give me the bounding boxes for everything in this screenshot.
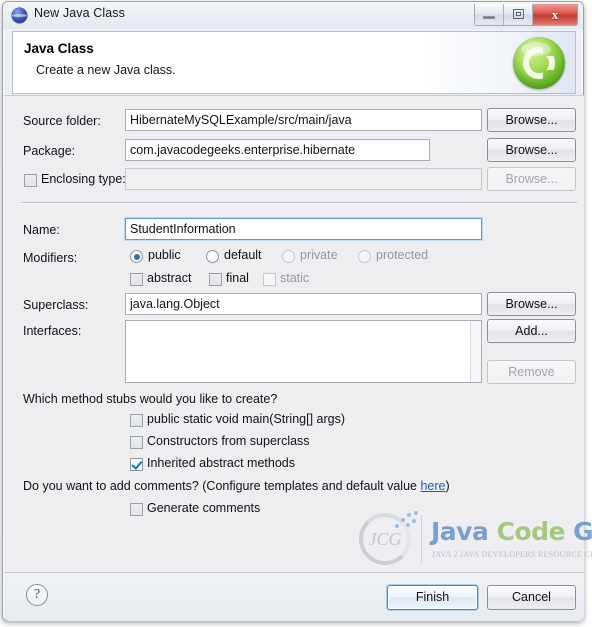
minimize-icon: [483, 16, 495, 19]
modifier-checkbox-final[interactable]: [209, 273, 222, 286]
watermark-title: Java Code Geeks: [431, 517, 592, 546]
enclosing-type-input: [125, 168, 482, 190]
dialog-footer: ? Finish Cancel: [4, 572, 584, 621]
close-icon: x: [551, 7, 559, 22]
stub-label-main-method: public static void main(String[] args): [147, 412, 345, 426]
page-subtitle: Create a new Java class.: [36, 63, 176, 77]
source-folder-label: Source folder:: [23, 114, 101, 128]
modifier-label-abstract: abstract: [147, 271, 192, 285]
stub-label-inherited-abstract: Inherited abstract methods: [147, 456, 295, 470]
window-title: New Java Class: [34, 6, 126, 20]
name-label: Name:: [23, 223, 60, 237]
cancel-button[interactable]: Cancel: [487, 585, 576, 610]
maximize-button[interactable]: [504, 4, 533, 25]
enclosing-type-label: Enclosing type:: [41, 172, 126, 186]
eclipse-sphere-icon: [12, 8, 27, 23]
package-label: Package:: [23, 144, 76, 158]
watermark-title-geeks: Geeks: [573, 517, 592, 546]
configure-templates-link[interactable]: here: [420, 479, 445, 493]
modifier-checkbox-static: [263, 273, 276, 286]
interfaces-scrollbar[interactable]: [470, 321, 481, 382]
watermark-title-java: Java: [431, 517, 489, 546]
form-area: Source folder: HibernateMySQLExample/src…: [4, 95, 584, 572]
help-icon[interactable]: ?: [26, 584, 48, 606]
watermark-tagline: JAVA 2 JAVA DEVELOPERS RESOURCE CENTER: [432, 550, 592, 559]
close-button[interactable]: x: [533, 4, 577, 25]
comments-question: Do you want to add comments? (Configure …: [23, 479, 450, 493]
modifier-label-default: default: [224, 248, 262, 262]
comments-question-close: ): [445, 479, 450, 493]
comments-question-text: Do you want to add comments? (Configure …: [23, 479, 421, 493]
name-input[interactable]: StudentInformation: [125, 218, 482, 240]
enclosing-type-checkbox[interactable]: [24, 174, 37, 187]
wizard-header: Java Class Create a new Java class.: [12, 31, 576, 94]
superclass-input[interactable]: java.lang.Object: [125, 293, 482, 315]
interfaces-listbox[interactable]: [125, 320, 482, 383]
source-folder-input[interactable]: HibernateMySQLExample/src/main/java: [125, 109, 482, 131]
window-controls: x: [474, 4, 578, 26]
java-code-geeks-watermark: JCG Java Code Geeks JAVA 2 JAVA DEVELOPE…: [355, 510, 592, 568]
package-browse-button[interactable]: Browse...: [487, 138, 576, 162]
jcg-dots-icon: [393, 510, 419, 532]
stub-checkbox-main-method[interactable]: [130, 414, 143, 427]
restore-icon: [513, 9, 524, 19]
modifier-radio-private: [282, 250, 295, 263]
new-java-class-dialog: New Java Class x Java Class Create a new…: [2, 1, 592, 621]
modifier-radio-public[interactable]: [130, 250, 143, 263]
modifier-label-private: private: [300, 248, 338, 262]
interfaces-remove-button: Remove: [487, 360, 576, 384]
minimize-button[interactable]: [475, 4, 504, 25]
superclass-browse-button[interactable]: Browse...: [487, 292, 576, 316]
green-class-icon: [513, 37, 565, 89]
modifier-checkbox-abstract[interactable]: [130, 273, 143, 286]
superclass-label: Superclass:: [23, 298, 89, 312]
modifier-label-protected: protected: [376, 248, 429, 262]
modifier-radio-default[interactable]: [206, 250, 219, 263]
generate-comments-label: Generate comments: [147, 501, 261, 515]
interfaces-label: Interfaces:: [23, 324, 82, 338]
watermark-divider: [421, 515, 422, 563]
modifier-label-static: static: [280, 271, 310, 285]
enclosing-type-browse-button: Browse...: [487, 167, 576, 191]
page-title: Java Class: [24, 41, 94, 56]
modifier-label-final: final: [226, 271, 249, 285]
stub-label-constructors: Constructors from superclass: [147, 434, 310, 448]
generate-comments-checkbox[interactable]: [130, 503, 143, 516]
finish-button[interactable]: Finish: [387, 585, 478, 610]
modifier-radio-protected: [358, 250, 371, 263]
stub-checkbox-inherited-abstract[interactable]: [130, 458, 143, 471]
watermark-title-code: Code: [496, 517, 566, 546]
title-bar: New Java Class x: [3, 2, 583, 29]
interfaces-add-button[interactable]: Add...: [487, 319, 576, 343]
separator-top: [21, 202, 577, 204]
modifiers-label: Modifiers:: [23, 251, 78, 265]
source-folder-browse-button[interactable]: Browse...: [487, 108, 576, 132]
stub-checkbox-constructors[interactable]: [130, 436, 143, 449]
method-stubs-question: Which method stubs would you like to cre…: [23, 392, 278, 406]
package-input[interactable]: com.javacodegeeks.enterprise.hibernate: [125, 139, 430, 161]
modifier-label-public: public: [148, 248, 181, 262]
